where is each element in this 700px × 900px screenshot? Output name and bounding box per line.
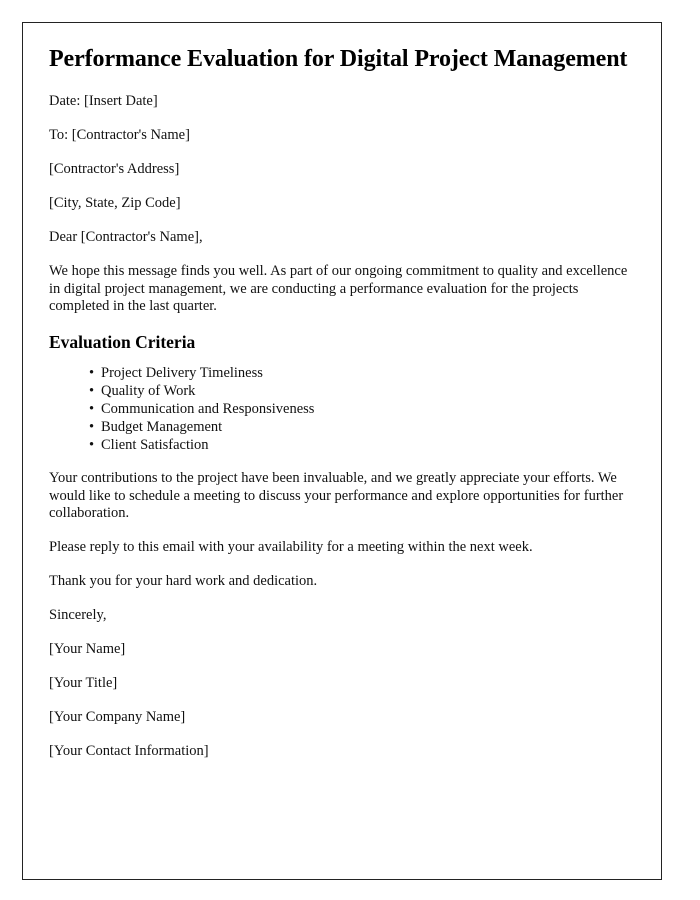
bullet-icon: • [89,401,95,417]
recipient-city-state-zip-line: [City, State, Zip Code] [49,195,181,211]
bullet-icon: • [89,383,95,399]
appreciation-paragraph: Your contributions to the project have b… [49,470,624,521]
recipient-name-line: To: [Contractor's Name] [49,127,190,143]
signature-contact: [Your Contact Information] [49,743,209,759]
document-body: Performance Evaluation for Digital Proje… [49,45,639,761]
thanks-paragraph: Thank you for your hard work and dedicat… [49,573,318,589]
list-item-label: Project Delivery Timeliness [101,365,263,381]
list-item: • Quality of Work [89,382,639,400]
list-item-label: Quality of Work [101,383,196,399]
reply-request-paragraph: Please reply to this email with your ava… [49,539,533,555]
bullet-icon: • [89,419,95,435]
list-item: • Communication and Responsiveness [89,400,639,418]
list-item: • Budget Management [89,418,639,436]
list-item: • Client Satisfaction [89,436,639,454]
recipient-address-line: [Contractor's Address] [49,161,180,177]
salutation: Dear [Contractor's Name], [49,229,203,245]
evaluation-criteria-heading: Evaluation Criteria [49,332,196,352]
signature-name: [Your Name] [49,641,126,657]
intro-paragraph: We hope this message finds you well. As … [49,263,628,314]
bullet-icon: • [89,365,95,381]
bullet-icon: • [89,437,95,453]
signature-company: [Your Company Name] [49,709,186,725]
page-title: Performance Evaluation for Digital Proje… [49,46,628,72]
evaluation-criteria-list: • Project Delivery Timeliness • Quality … [49,364,639,454]
document-page-border: Performance Evaluation for Digital Proje… [22,22,662,880]
list-item-label: Client Satisfaction [101,437,209,453]
signature-title: [Your Title] [49,675,118,691]
list-item: • Project Delivery Timeliness [89,364,639,382]
list-item-label: Budget Management [101,419,223,435]
date-line: Date: [Insert Date] [49,93,158,109]
list-item-label: Communication and Responsiveness [101,401,315,417]
closing-line: Sincerely, [49,607,107,623]
